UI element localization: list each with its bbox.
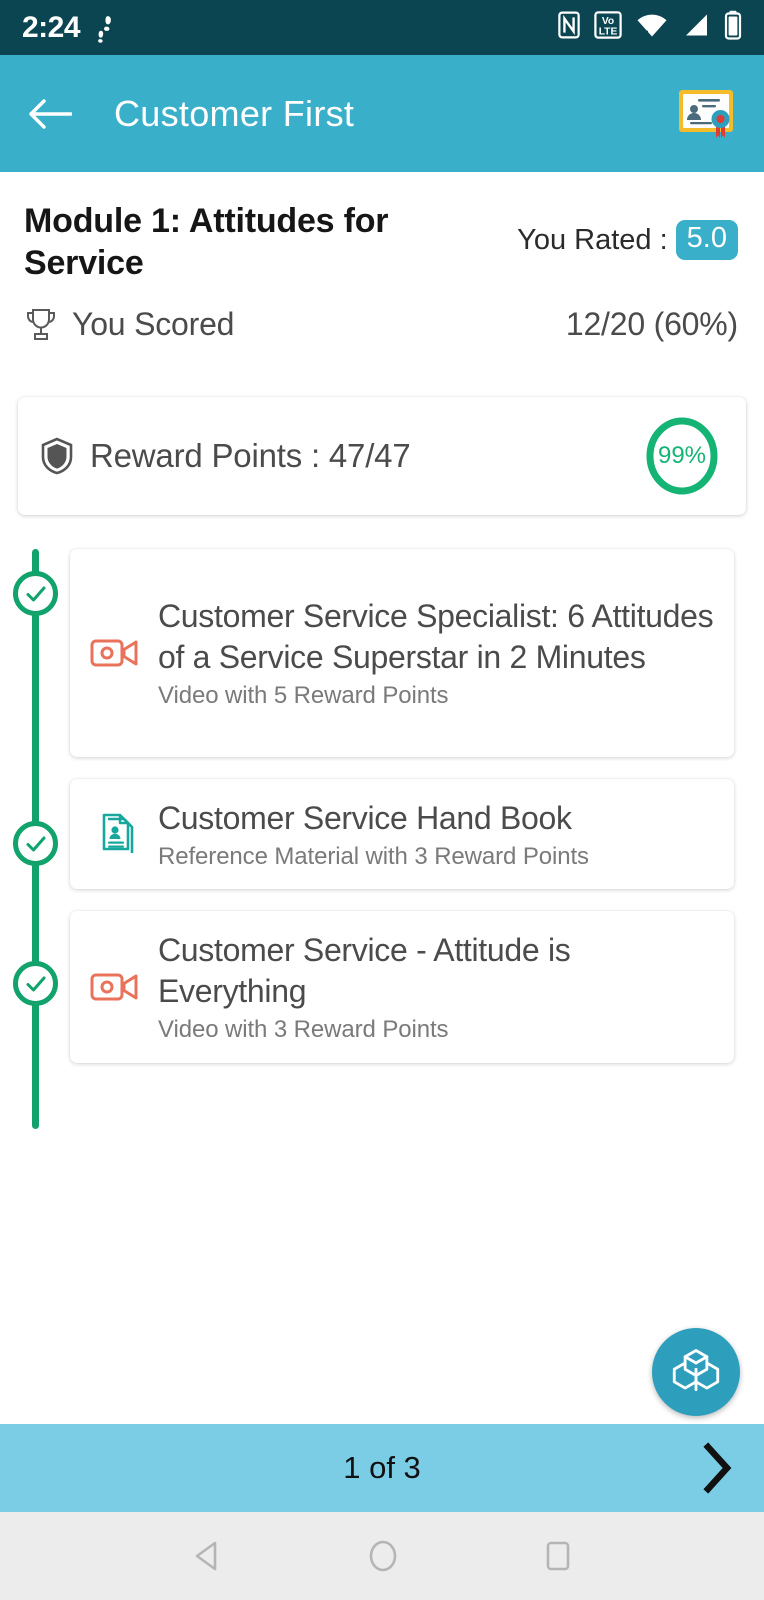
list-item-title: Customer Service - Attitude is Everythin…: [158, 932, 571, 1010]
list-item[interactable]: Customer Service Specialist: 6 Attitudes…: [70, 549, 734, 758]
android-nav-bar: [0, 1512, 764, 1600]
trophy-icon: [24, 307, 58, 343]
score-value: 12/20 (60%): [565, 306, 738, 343]
reward-progress-percent: 99%: [657, 442, 707, 470]
wifi-icon: [636, 12, 668, 43]
timeline: Customer Service Specialist: 6 Attitudes…: [0, 549, 764, 1130]
volte-icon: Vo LTE: [594, 11, 622, 44]
pagination-bar[interactable]: 1 of 3: [0, 1424, 764, 1512]
timeline-node-1: [13, 571, 58, 617]
cellular-signal-icon: [682, 12, 710, 43]
shield-icon: [40, 437, 74, 475]
list-item-subtitle: Reference Material with 3 Reward Points: [158, 842, 589, 870]
reward-progress-ring: 99%: [642, 413, 722, 499]
video-camera-icon: [84, 634, 148, 672]
page-title: Customer First: [114, 92, 355, 134]
chevron-right-icon[interactable]: [696, 1442, 738, 1494]
openai-knot-icon: [667, 1341, 725, 1404]
status-bar-right: Vo LTE: [558, 10, 742, 45]
nav-home-circle-icon[interactable]: [366, 1539, 400, 1573]
list-item-subtitle: Video with 3 Reward Points: [158, 1016, 449, 1044]
status-bar: 2:24 Vo LTE: [0, 0, 764, 55]
app-screen: 2:24 Vo LTE Customer First Module 1: Att…: [0, 0, 764, 1600]
svg-text:LTE: LTE: [599, 26, 618, 37]
module-header: Module 1: Attitudes for Service You Rate…: [0, 172, 764, 284]
main-content: Module 1: Attitudes for Service You Rate…: [0, 172, 764, 1424]
status-bar-left: 2:24: [22, 11, 116, 45]
document-reference-icon: [84, 811, 148, 857]
certificate-icon[interactable]: [676, 86, 736, 142]
timeline-items: Customer Service Specialist: 6 Attitudes…: [0, 549, 764, 1064]
status-bar-clock: 2:24: [22, 10, 81, 44]
assistant-fab-button[interactable]: [652, 1328, 740, 1416]
app-bar: Customer First: [0, 55, 764, 172]
rating-label: You Rated :: [517, 223, 668, 256]
reward-points-text: Reward Points : 47/47: [90, 437, 411, 475]
list-item-body: Customer Service - Attitude is Everythin…: [148, 930, 714, 1044]
score-row: You Scored 12/20 (60%): [0, 284, 764, 343]
video-camera-icon: [84, 968, 148, 1006]
battery-icon: [724, 10, 742, 45]
list-item[interactable]: Customer Service Hand Book Reference Mat…: [70, 779, 734, 890]
nav-back-triangle-icon[interactable]: [191, 1539, 223, 1573]
back-arrow-icon[interactable]: [28, 97, 73, 131]
reward-points-card[interactable]: Reward Points : 47/47 99%: [18, 397, 746, 516]
nfc-icon: [558, 11, 580, 44]
list-item-body: Customer Service Hand Book Reference Mat…: [148, 798, 714, 871]
nav-recents-square-icon[interactable]: [543, 1539, 573, 1573]
list-item-body: Customer Service Specialist: 6 Attitudes…: [148, 596, 714, 710]
rating-badge[interactable]: 5.0: [675, 220, 738, 260]
footsteps-icon: [94, 13, 116, 43]
list-item-title: Customer Service Hand Book: [158, 799, 572, 836]
rating-block: You Rated : 5.0: [517, 200, 738, 260]
list-item[interactable]: Customer Service - Attitude is Everythin…: [70, 911, 734, 1064]
timeline-node-2: [13, 821, 58, 867]
score-label: You Scored: [72, 306, 235, 343]
module-title: Module 1: Attitudes for Service: [24, 202, 389, 283]
list-item-title: Customer Service Specialist: 6 Attitudes…: [158, 598, 714, 676]
pagination-label: 1 of 3: [343, 1450, 421, 1485]
timeline-node-3: [13, 961, 58, 1007]
list-item-subtitle: Video with 5 Reward Points: [158, 682, 449, 710]
